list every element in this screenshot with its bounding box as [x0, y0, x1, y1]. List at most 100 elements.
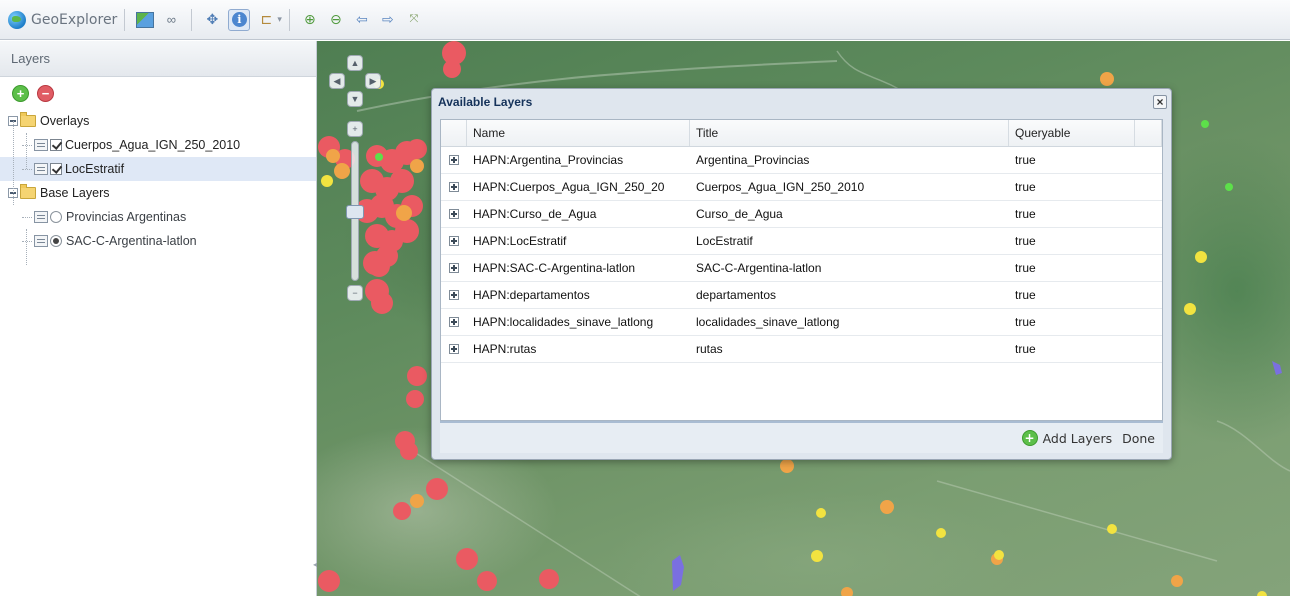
layer-icon — [34, 139, 48, 151]
cell-name: HAPN:LocEstratif — [473, 234, 567, 248]
measure-button[interactable]: ⊏ — [256, 10, 276, 30]
add-layer-button[interactable]: + — [12, 84, 29, 102]
permalink-button[interactable]: ∞ — [161, 10, 181, 30]
tree-connector — [26, 133, 27, 169]
tree-connector — [22, 144, 32, 146]
table-row[interactable]: HAPN:localidades_sinave_latlong localidad… — [441, 309, 1162, 336]
back-button[interactable]: ⇦ — [352, 10, 372, 30]
grid-rows: HAPN:Argentina_Provincias Argentina_Provi… — [441, 147, 1162, 363]
row-expander[interactable] — [441, 174, 467, 200]
tree-node-label: Cuerpos_Agua_IGN_250_2010 — [65, 138, 241, 152]
map-properties-button[interactable] — [135, 10, 155, 30]
tree-node-locestratif[interactable]: LocEstratif — [0, 157, 316, 181]
dialog-title: Available Layers — [438, 95, 533, 109]
expand-icon[interactable] — [449, 290, 459, 300]
table-row[interactable]: HAPN:rutas rutas true — [441, 336, 1162, 363]
cell-name: HAPN:Cuerpos_Agua_IGN_250_20 — [473, 180, 665, 194]
tree-node-cuerpos-agua[interactable]: Cuerpos_Agua_IGN_250_2010 — [0, 133, 316, 157]
zoom-in-button[interactable]: ⊕ — [300, 10, 320, 30]
pan-east-button[interactable]: ▶ — [365, 73, 381, 89]
link-icon: ∞ — [166, 12, 176, 27]
measure-icon: ⊏ — [260, 11, 273, 27]
zoom-extent-icon: ⤧ — [409, 13, 419, 25]
add-layers-button[interactable]: + Add Layers — [1021, 430, 1112, 446]
table-row[interactable]: HAPN:Curso_de_Agua Curso_de_Agua true — [441, 201, 1162, 228]
table-row[interactable]: HAPN:SAC-C-Argentina-latlon SAC-C-Argenti… — [441, 255, 1162, 282]
layer-icon — [34, 163, 48, 175]
row-expander[interactable] — [441, 336, 467, 362]
layer-checkbox[interactable] — [50, 139, 62, 151]
pan-south-button[interactable]: ▼ — [347, 91, 363, 107]
layer-icon — [34, 211, 48, 223]
row-expander[interactable] — [441, 147, 467, 173]
panel-splitter[interactable]: ◂ — [313, 560, 317, 570]
layer-radio[interactable] — [50, 235, 62, 247]
toolbar-separator — [288, 8, 290, 31]
tree-node-base-layers[interactable]: Base Layers — [0, 181, 316, 205]
pan-west-button[interactable]: ◀ — [329, 73, 345, 89]
zoom-out-map-button[interactable]: − — [347, 285, 363, 301]
cell-title: rutas — [696, 342, 723, 356]
expand-icon[interactable] — [449, 236, 459, 246]
cell-title: localidades_sinave_latlong — [696, 315, 840, 329]
tree-connector — [26, 229, 27, 265]
back-icon: ⇦ — [355, 11, 368, 27]
row-expander[interactable] — [441, 309, 467, 335]
cell-name: HAPN:SAC-C-Argentina-latlon — [473, 261, 636, 275]
row-expander[interactable] — [441, 255, 467, 281]
zoom-out-button[interactable]: ⊖ — [326, 10, 346, 30]
close-icon[interactable]: × — [1153, 95, 1167, 109]
expand-icon[interactable] — [449, 317, 459, 327]
grid-header-expander — [441, 120, 467, 146]
map-icon — [136, 11, 155, 28]
table-row[interactable]: HAPN:Argentina_Provincias Argentina_Provi… — [441, 147, 1162, 174]
expand-icon[interactable] — [449, 155, 459, 165]
table-row[interactable]: HAPN:Cuerpos_Agua_IGN_250_20 Cuerpos_Agua… — [441, 174, 1162, 201]
layer-icon — [34, 235, 48, 247]
expand-icon[interactable] — [449, 209, 459, 219]
layer-tree: Overlays Cuerpos_Agua_IGN_250_2010 LocEs… — [0, 109, 316, 265]
main-toolbar: GeoExplorer ∞ ✥ i ⊏ ▾ ⊕ ⊖ ⇦ ⇨ ⤧ — [0, 0, 1290, 40]
road-line — [396, 440, 641, 596]
tree-node-provincias[interactable]: Provincias Argentinas — [0, 205, 316, 229]
cell-name: HAPN:Argentina_Provincias — [473, 153, 624, 167]
layer-radio[interactable] — [50, 211, 62, 223]
dialog-header: Available Layers × — [432, 89, 1171, 115]
zoom-in-map-button[interactable]: + — [347, 121, 363, 137]
zoom-extent-button[interactable]: ⤧ — [404, 10, 424, 30]
pan-button[interactable]: ✥ — [202, 10, 222, 30]
cell-queryable: true — [1015, 315, 1036, 329]
remove-layer-button[interactable]: − — [37, 84, 54, 102]
table-row[interactable]: HAPN:LocEstratif LocEstratif true — [441, 228, 1162, 255]
row-expander[interactable] — [441, 282, 467, 308]
toolbar-separator — [124, 8, 126, 31]
column-header-title[interactable]: Title — [690, 120, 1009, 146]
layers-panel: Layers + − Overlays Cuerpos_Agua_IGN_250… — [0, 41, 317, 596]
expand-icon[interactable] — [449, 263, 459, 273]
cell-queryable: true — [1015, 342, 1036, 356]
column-header-queryable[interactable]: Queryable — [1009, 120, 1135, 146]
cell-queryable: true — [1015, 234, 1036, 248]
globe-icon — [8, 10, 26, 29]
layer-checkbox[interactable] — [50, 163, 62, 175]
tree-node-label: Base Layers — [40, 186, 110, 200]
table-row[interactable]: HAPN:departamentos departamentos true — [441, 282, 1162, 309]
expand-icon[interactable] — [449, 182, 459, 192]
tree-node-sac-c[interactable]: SAC-C-Argentina-latlon — [0, 229, 316, 253]
measure-dropdown-arrow[interactable]: ▾ — [277, 14, 282, 25]
layers-panel-header: Layers — [0, 41, 316, 77]
tree-node-overlays[interactable]: Overlays — [0, 109, 316, 133]
column-header-name[interactable]: Name — [467, 120, 690, 146]
row-expander[interactable] — [441, 228, 467, 254]
info-button[interactable]: i — [228, 8, 251, 31]
pan-north-button[interactable]: ▲ — [347, 55, 363, 71]
app-brand: GeoExplorer — [8, 10, 117, 29]
cell-queryable: true — [1015, 261, 1036, 275]
forward-button[interactable]: ⇨ — [378, 10, 398, 30]
zoom-slider-thumb[interactable] — [346, 205, 364, 219]
done-button[interactable]: Done — [1122, 431, 1155, 446]
row-expander[interactable] — [441, 201, 467, 227]
pan-icon: ✥ — [206, 11, 219, 27]
expand-icon[interactable] — [449, 344, 459, 354]
available-layers-dialog: Available Layers × Name Title Queryable … — [431, 88, 1172, 460]
